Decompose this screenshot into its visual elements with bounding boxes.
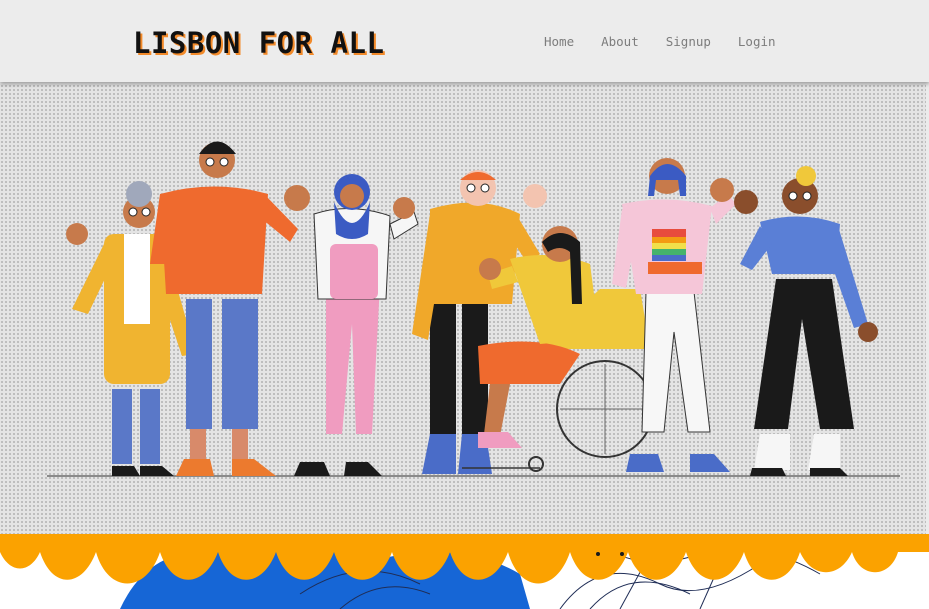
site-header: LISBON FOR ALL Home About Signup Login <box>0 0 929 82</box>
person-hijab <box>294 174 419 476</box>
main-nav: Home About Signup Login <box>544 34 803 49</box>
nav-home-link[interactable]: Home <box>544 34 574 49</box>
person-blue-top <box>734 166 878 476</box>
nav-about-link[interactable]: About <box>601 34 639 49</box>
site-logo-title[interactable]: LISBON FOR ALL <box>133 26 384 60</box>
person-yellow-hoodie <box>412 170 547 474</box>
people-waving-illustration <box>47 141 900 477</box>
wave-pattern <box>0 534 929 609</box>
nav-signup-link[interactable]: Signup <box>666 34 711 49</box>
decorative-wave-band <box>0 534 929 609</box>
hero-illustration <box>0 84 926 534</box>
nav-login-link[interactable]: Login <box>738 34 776 49</box>
